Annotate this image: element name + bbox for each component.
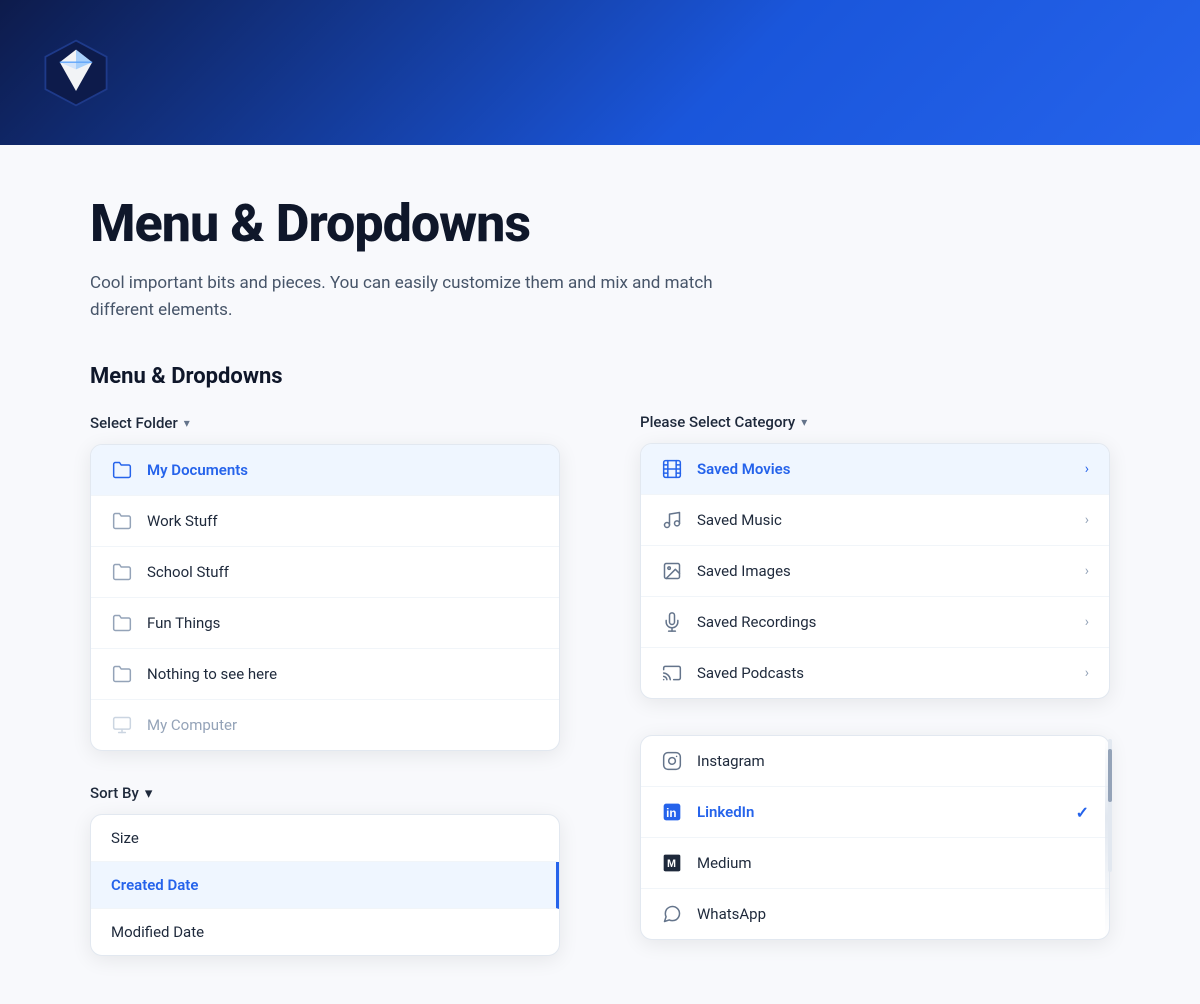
sort-chevron-icon: ▾: [145, 784, 153, 802]
main-content: Menu & Dropdowns Cool important bits and…: [50, 145, 1150, 1004]
folder-icon-fun-things: [111, 612, 133, 634]
social-label-linkedin: LinkedIn: [697, 803, 1062, 821]
folder-dropdown-trigger[interactable]: Select Folder ▾: [90, 414, 190, 432]
folder-item-school-stuff[interactable]: School Stuff: [91, 547, 559, 598]
folder-icon-school-stuff: [111, 561, 133, 583]
medium-icon: M: [661, 852, 683, 874]
folder-item-my-documents[interactable]: My Documents: [91, 445, 559, 496]
social-item-whatsapp[interactable]: WhatsApp: [641, 889, 1109, 939]
mic-icon-saved-recordings: [661, 611, 683, 633]
page-title: Menu & Dropdowns: [90, 193, 1110, 254]
social-item-instagram[interactable]: Instagram: [641, 736, 1109, 787]
film-icon-saved-movies: [661, 458, 683, 480]
folder-icon-nothing: [111, 663, 133, 685]
monitor-icon-my-computer: [111, 714, 133, 736]
left-column: Select Folder ▾ My Documents: [90, 413, 560, 956]
sort-label-size: Size: [111, 829, 139, 847]
sort-item-size[interactable]: Size: [91, 815, 559, 862]
social-item-medium[interactable]: M Medium: [641, 838, 1109, 889]
header: [0, 0, 1200, 145]
category-dropdown-trigger[interactable]: Please Select Category ▾: [640, 413, 1110, 431]
folder-trigger-label: Select Folder: [90, 414, 178, 432]
folder-label-school-stuff: School Stuff: [147, 563, 539, 581]
social-label-whatsapp: WhatsApp: [697, 905, 1089, 923]
folder-chevron-icon: ▾: [184, 416, 190, 430]
right-column: Please Select Category ▾: [640, 413, 1110, 956]
scrollbar-track: [1108, 739, 1112, 872]
svg-text:in: in: [666, 807, 676, 820]
category-item-saved-podcasts[interactable]: Saved Podcasts ›: [641, 648, 1109, 698]
folder-item-nothing[interactable]: Nothing to see here: [91, 649, 559, 700]
arrow-icon-saved-music: ›: [1085, 512, 1089, 528]
folder-label-work-stuff: Work Stuff: [147, 512, 539, 530]
arrow-icon-saved-movies: ›: [1085, 461, 1089, 477]
columns-layout: Select Folder ▾ My Documents: [90, 413, 1110, 956]
category-label-saved-podcasts: Saved Podcasts: [697, 664, 1071, 682]
scrollbar-thumb[interactable]: [1108, 749, 1112, 802]
folder-label-nothing: Nothing to see here: [147, 665, 539, 683]
image-icon-saved-images: [661, 560, 683, 582]
music-icon-saved-music: [661, 509, 683, 531]
folder-item-work-stuff[interactable]: Work Stuff: [91, 496, 559, 547]
folder-item-fun-things[interactable]: Fun Things: [91, 598, 559, 649]
cast-icon-saved-podcasts: [661, 662, 683, 684]
linkedin-check-icon: ✓: [1076, 803, 1089, 822]
folder-label-my-documents: My Documents: [147, 461, 539, 479]
linkedin-icon: in: [661, 801, 683, 823]
category-label-saved-images: Saved Images: [697, 562, 1071, 580]
section-title: Menu & Dropdowns: [90, 364, 1110, 389]
arrow-icon-saved-images: ›: [1085, 563, 1089, 579]
category-label-saved-movies: Saved Movies: [697, 460, 1071, 478]
social-item-linkedin[interactable]: in LinkedIn ✓: [641, 787, 1109, 838]
category-item-saved-music[interactable]: Saved Music ›: [641, 495, 1109, 546]
category-item-saved-images[interactable]: Saved Images ›: [641, 546, 1109, 597]
sort-item-modified-date[interactable]: Modified Date: [91, 909, 559, 955]
arrow-icon-saved-recordings: ›: [1085, 614, 1089, 630]
sort-panel-scroll[interactable]: Size Created Date Modified Date: [91, 815, 559, 955]
social-label-instagram: Instagram: [697, 752, 1089, 770]
category-item-saved-recordings[interactable]: Saved Recordings ›: [641, 597, 1109, 648]
logo: [40, 37, 112, 109]
category-label-saved-music: Saved Music: [697, 511, 1071, 529]
category-trigger-label: Please Select Category: [640, 413, 795, 431]
folder-icon-my-documents: [111, 459, 133, 481]
folder-dropdown-panel: My Documents Work Stuff: [90, 444, 560, 751]
instagram-icon: [661, 750, 683, 772]
category-item-saved-movies[interactable]: Saved Movies ›: [641, 444, 1109, 495]
category-label-saved-recordings: Saved Recordings: [697, 613, 1071, 631]
category-chevron-icon: ▾: [801, 415, 807, 429]
social-label-medium: Medium: [697, 854, 1089, 872]
folder-label-fun-things: Fun Things: [147, 614, 539, 632]
svg-text:M: M: [667, 859, 676, 871]
sort-trigger-label: Sort By: [90, 784, 139, 802]
sort-item-created-date[interactable]: Created Date: [91, 862, 559, 909]
arrow-icon-saved-podcasts: ›: [1085, 665, 1089, 681]
sort-label-created-date: Created Date: [111, 876, 198, 894]
social-dropdown-panel: Instagram in LinkedIn ✓: [640, 735, 1110, 940]
folder-label-my-computer: My Computer: [147, 716, 539, 734]
sort-dropdown-trigger[interactable]: Sort By ▾: [90, 784, 152, 802]
folder-item-my-computer[interactable]: My Computer: [91, 700, 559, 750]
sort-dropdown-panel: Size Created Date Modified Date: [90, 814, 560, 956]
page-subtitle: Cool important bits and pieces. You can …: [90, 270, 770, 324]
sort-label-modified-date: Modified Date: [111, 923, 204, 941]
folder-icon-work-stuff: [111, 510, 133, 532]
category-dropdown-panel: Saved Movies › Saved Music ›: [640, 443, 1110, 699]
